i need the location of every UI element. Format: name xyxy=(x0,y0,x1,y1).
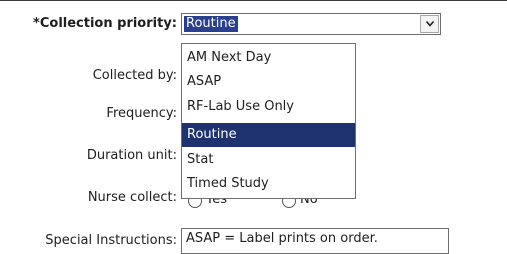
special-instructions-label: Special Instructions: xyxy=(45,233,177,248)
dropdown-button[interactable] xyxy=(420,15,439,33)
collection-priority-listbox[interactable]: AM Next Day ASAP RF-Lab Use Only Routine… xyxy=(181,43,356,199)
option-am-next-day[interactable]: AM Next Day xyxy=(182,46,355,70)
collection-priority-label: *Collection priority: xyxy=(33,16,177,31)
special-instructions-value: ASAP = Label prints on order. xyxy=(186,231,378,246)
collection-priority-select[interactable]: Routine xyxy=(181,13,441,35)
option-timed-study[interactable]: Timed Study xyxy=(182,172,355,196)
chevron-down-icon xyxy=(426,21,434,27)
frequency-label: Frequency: xyxy=(106,106,177,121)
nurse-collect-label: Nurse collect: xyxy=(87,190,177,205)
duration-unit-label: Duration unit: xyxy=(86,148,177,163)
collected-by-label: Collected by: xyxy=(92,68,177,83)
option-stat[interactable]: Stat xyxy=(182,148,355,172)
option-asap[interactable]: ASAP xyxy=(182,70,355,94)
option-rf-lab-use-only[interactable]: RF-Lab Use Only xyxy=(182,95,355,119)
option-routine[interactable]: Routine xyxy=(182,123,355,147)
top-divider xyxy=(0,0,507,1)
collection-priority-value: Routine xyxy=(184,16,238,32)
special-instructions-field[interactable]: ASAP = Label prints on order. xyxy=(181,228,449,254)
